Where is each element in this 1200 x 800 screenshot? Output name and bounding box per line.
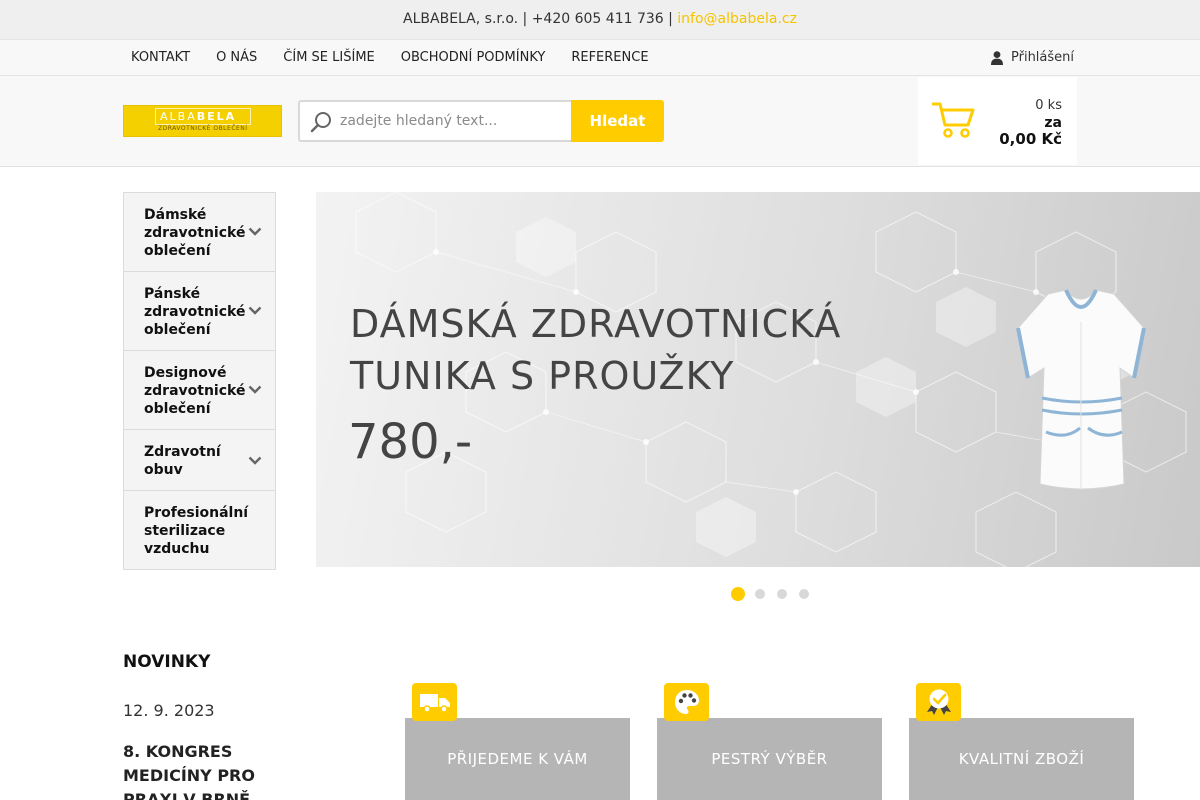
feature-label: KVALITNÍ ZBOŽÍ <box>958 750 1085 768</box>
header: ALBABELA ZDRAVOTNICKÉ OBLEČENÍ Hledat 0 … <box>0 76 1200 167</box>
search-input[interactable] <box>340 110 565 132</box>
feature-icon-badge <box>412 683 457 721</box>
chevron-down-icon <box>248 306 262 315</box>
login-label: Přihlášení <box>1011 50 1075 65</box>
search-button[interactable]: Hledat <box>571 100 664 142</box>
category-designove[interactable]: Designové zdravotnické oblečení <box>124 351 275 430</box>
news-title-link[interactable]: 8. KONGRES MEDICÍNY PRO PRAXI V BRNĚ <box>123 740 263 800</box>
chevron-down-icon <box>248 227 262 236</box>
main-nav: KONTAKT O NÁS ČÍM SE LIŠÍME OBCHODNÍ POD… <box>0 39 1200 76</box>
login-link[interactable]: Přihlášení <box>991 40 1074 75</box>
category-label: Profesionální sterilizace vzduchu <box>144 505 249 557</box>
slider-dots <box>731 587 821 601</box>
logo-wordmark: ALBABELA <box>160 110 237 123</box>
search-icon <box>310 112 331 133</box>
tunic-image <box>1016 289 1146 490</box>
feature-delivery: PŘIJEDEME K VÁM <box>405 683 630 800</box>
chevron-down-icon <box>248 385 262 394</box>
feature-icon-badge <box>664 683 709 721</box>
nav-item-o-nas[interactable]: O NÁS <box>203 40 270 75</box>
banner-title-line1: DÁMSKÁ ZDRAVOTNICKÁ <box>350 302 842 346</box>
category-menu: Dámské zdravotnické oblečení Pánské zdra… <box>123 192 276 570</box>
cart-za: za <box>1044 115 1062 131</box>
category-label: Zdravotní obuv <box>144 444 221 478</box>
slider-dot-4[interactable] <box>799 589 809 599</box>
feature-quality: KVALITNÍ ZBOŽÍ <box>909 683 1134 800</box>
logo[interactable]: ALBABELA ZDRAVOTNICKÉ OBLEČENÍ <box>123 105 282 137</box>
slider-dot-3[interactable] <box>777 589 787 599</box>
banner-price: 780,- <box>348 414 473 470</box>
search-field <box>298 100 572 142</box>
slider-dot-2[interactable] <box>755 589 765 599</box>
nav-menu: KONTAKT O NÁS ČÍM SE LIŠÍME OBCHODNÍ POD… <box>118 40 662 75</box>
feature-label: PESTRÝ VÝBĚR <box>711 750 828 768</box>
nav-item-cim-se-lisime[interactable]: ČÍM SE LIŠÍME <box>270 40 387 75</box>
email-link[interactable]: info@albabela.cz <box>677 11 797 27</box>
top-info-bar: ALBABELA, s.r.o. | +420 605 411 736 | in… <box>0 0 1200 39</box>
cart-widget[interactable]: 0 ks za 0,00 Kč <box>918 77 1077 165</box>
category-sterilizace[interactable]: Profesionální sterilizace vzduchu <box>124 491 275 569</box>
nav-item-kontakt[interactable]: KONTAKT <box>118 40 203 75</box>
cart-total: 0,00 Kč <box>999 130 1062 148</box>
quality-badge-icon <box>926 689 951 715</box>
search-bar: Hledat <box>298 100 664 142</box>
nav-item-obchodni-podminky[interactable]: OBCHODNÍ PODMÍNKY <box>388 40 559 75</box>
category-zdravotni-obuv[interactable]: Zdravotní obuv <box>124 430 275 491</box>
cart-icon <box>932 102 975 138</box>
feature-label: PŘIJEDEME K VÁM <box>447 750 588 768</box>
news-date: 12. 9. 2023 <box>123 701 215 720</box>
nav-item-reference[interactable]: REFERENCE <box>558 40 661 75</box>
feature-selection: PESTRÝ VÝBĚR <box>657 683 882 800</box>
feature-icon-badge <box>916 683 961 721</box>
user-icon <box>991 50 1003 65</box>
category-panske[interactable]: Pánské zdravotnické oblečení <box>124 272 275 351</box>
company-contact: ALBABELA, s.r.o. | +420 605 411 736 | <box>403 11 673 27</box>
banner-title: DÁMSKÁ ZDRAVOTNICKÁ TUNIKA S PROUŽKY <box>350 298 950 402</box>
category-label: Designové zdravotnické oblečení <box>144 365 246 417</box>
category-label: Dámské zdravotnické oblečení <box>144 207 246 259</box>
hero-banner[interactable]: DÁMSKÁ ZDRAVOTNICKÁ TUNIKA S PROUŽKY 780… <box>316 192 1200 567</box>
slider-dot-1[interactable] <box>731 587 745 601</box>
truck-icon <box>419 694 450 713</box>
category-damske[interactable]: Dámské zdravotnické oblečení <box>124 193 275 272</box>
logo-tagline: ZDRAVOTNICKÉ OBLEČENÍ <box>158 125 248 132</box>
palette-icon <box>674 690 699 714</box>
cart-quantity: 0 ks <box>1035 98 1062 113</box>
chevron-down-icon <box>248 456 262 465</box>
category-label: Pánské zdravotnické oblečení <box>144 286 246 338</box>
banner-title-line2: TUNIKA S PROUŽKY <box>350 354 735 398</box>
news-heading: NOVINKY <box>123 652 211 672</box>
